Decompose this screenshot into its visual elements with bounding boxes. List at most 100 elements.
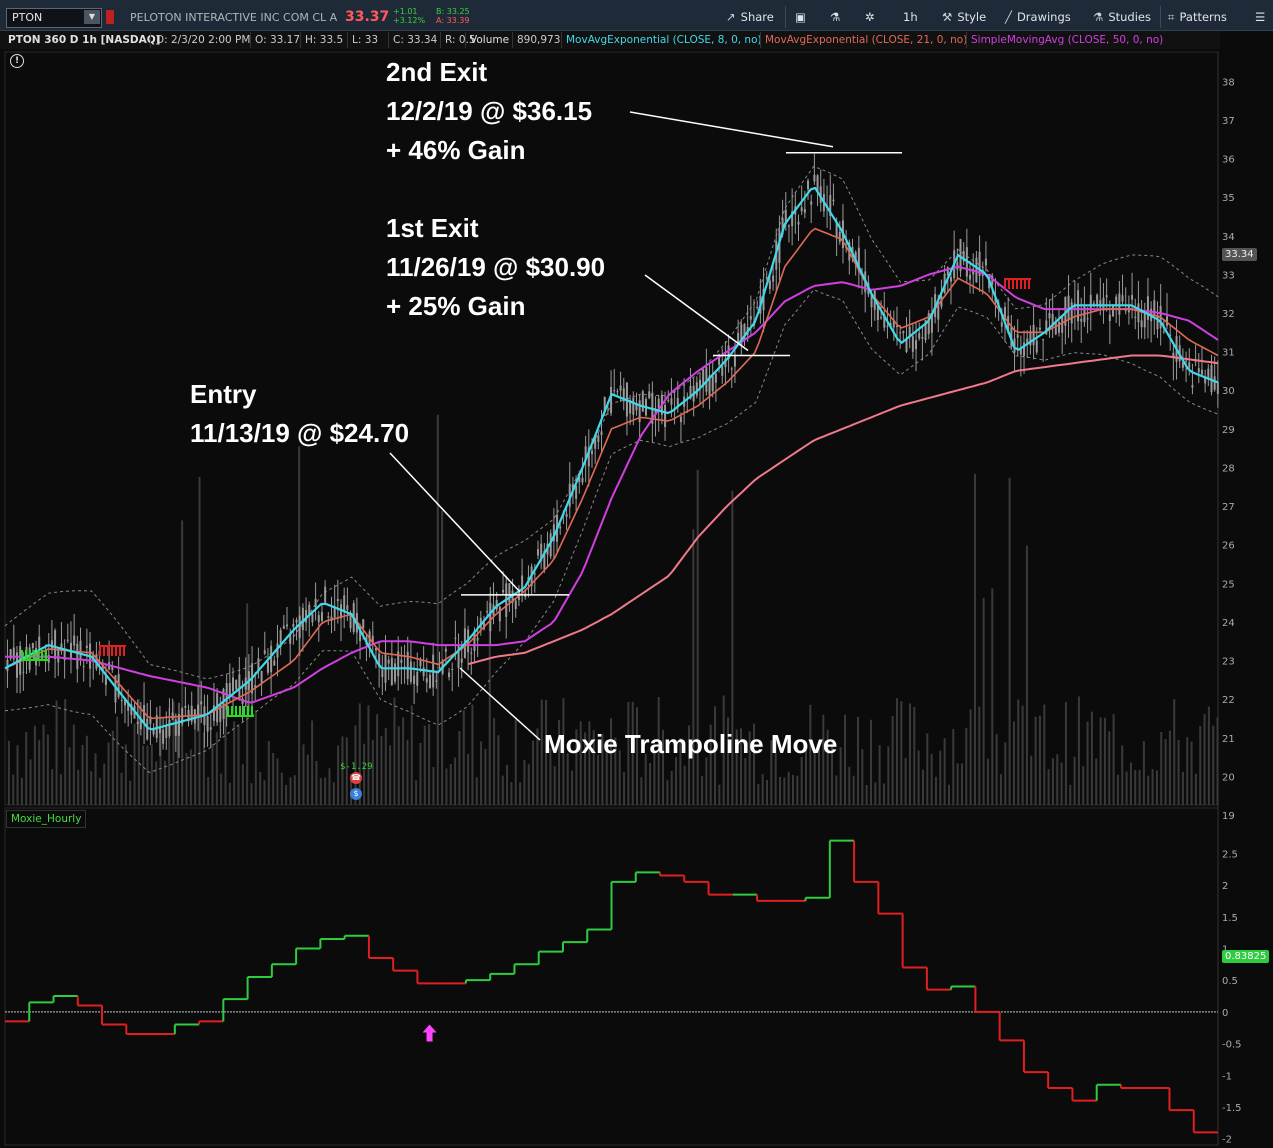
volume-bar [98,777,101,805]
candle-body [597,435,600,442]
entry-detail: 11/13/19 @ $24.70 [190,418,410,448]
volume-bar [393,697,396,805]
volume-bar [449,764,452,805]
candle-body [1086,318,1089,320]
candle-body [969,274,972,280]
volume-bar [1173,699,1176,805]
volume-bar [887,746,890,805]
candle-body [425,678,428,683]
volume-bar [319,778,322,805]
candle-body [813,174,816,182]
candle-body [664,405,667,427]
volume-bar [1190,741,1193,805]
volume-bar [1194,773,1197,805]
candle-body [1162,331,1165,333]
volume-bar [198,476,201,805]
volume-bar [1216,717,1219,805]
exit1-gain: + 25% Gain [386,291,526,321]
candle-body [422,667,425,677]
volume-bar [436,414,439,805]
candle-body [50,640,53,650]
volume-bar [882,783,885,805]
volume-bar [1207,706,1210,805]
candle-body [263,650,266,654]
candle-body [797,221,800,225]
volume-bar [289,777,292,805]
dividend-icon[interactable]: $ [350,788,362,800]
volume-bar [1125,771,1128,805]
lower-study-label[interactable]: Moxie_Hourly [6,810,87,828]
volume-bar [1069,784,1072,805]
candle-body [177,714,180,736]
volume-bar [1164,739,1167,805]
volume-bar [1155,770,1158,805]
candle-body [949,277,952,282]
volume-bar [1138,769,1141,805]
volume-bar [744,758,747,805]
volume-bar [458,731,461,805]
y-tick-label: 21 [1222,734,1235,745]
candle-body [301,607,304,630]
volume-bar [1181,771,1184,805]
candle-body [533,573,536,575]
volume-bar [129,780,132,805]
volume-bar [904,757,907,805]
volume-bar [1151,769,1154,805]
earnings-icon[interactable]: ☎ [350,772,362,784]
volume-bar [410,705,413,805]
candle-body [721,366,724,376]
volume-bar [181,520,184,805]
volume-bar [913,706,916,805]
volume-bar [960,763,963,805]
volume-bar [839,747,842,805]
volume-bar [956,763,959,805]
volume-bar [1077,696,1080,805]
price-chart[interactable]: 1920212223242526272829303132333435363738… [0,0,1273,1148]
candle-body [886,326,889,328]
volume-bar [553,766,556,805]
candle-body [476,637,479,641]
volume-bar [246,603,249,805]
candle-body [120,700,123,702]
volume-bar [85,735,88,805]
volume-bar [649,763,652,805]
volume-bar [1030,755,1033,805]
volume-bar [705,757,708,805]
volume-bar [1021,705,1024,805]
volume-bar [302,744,305,805]
candle-body [565,513,568,517]
volume-bar [68,747,71,805]
volume-bar [787,771,790,805]
volume-bar [1199,726,1202,805]
volume-bar [237,725,240,805]
entry-title: Entry [190,379,257,409]
candle-body [768,280,771,289]
volume-bar [1168,730,1171,805]
volume-bar [1043,704,1046,805]
ema21-line [4,227,1219,720]
volume-bar [991,588,994,805]
candle-body [82,666,85,668]
volume-bar [761,774,764,805]
volume-bar [29,759,32,805]
candle-body [756,306,759,308]
candle-body [343,595,346,612]
volume-bar [211,743,214,805]
volume-bar [908,703,911,805]
candle-body [832,199,835,202]
volume-bar [55,700,58,805]
candle-body [444,648,447,652]
candle-body [975,257,978,283]
volume-bar [454,757,457,805]
candle-body [73,635,76,646]
volume-bar [800,756,803,805]
candle-body [1096,294,1099,306]
up-arrow-icon [422,1024,437,1042]
volume-bar [293,775,296,805]
volume-bar [1129,762,1132,805]
exit2-annotation: 2nd Exit 12/2/19 @ $36.15 + 46% Gain [386,53,592,170]
candle-body [136,721,139,724]
volume-bar [1108,731,1111,805]
y-tick-label: 24 [1222,618,1235,629]
candle-body [918,333,921,339]
